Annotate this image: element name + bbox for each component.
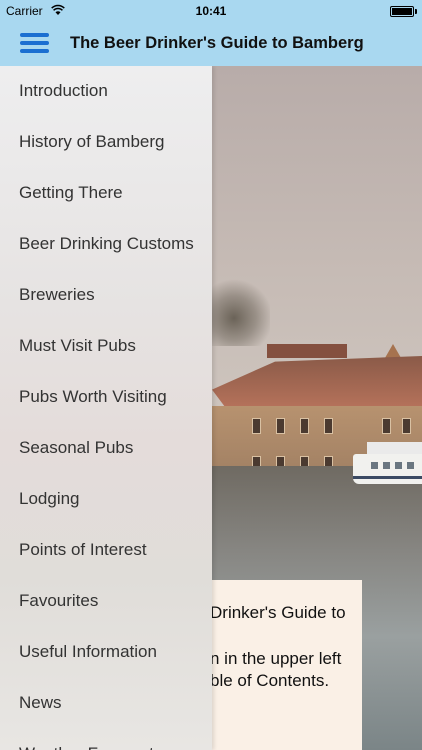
intro-line-1: Drinker's Guide to	[210, 603, 346, 622]
menu-item-favourites[interactable]: Favourites	[0, 576, 212, 627]
menu-item-weather-forecast[interactable]: Weather Forecast	[0, 729, 212, 750]
battery-icon	[390, 6, 414, 17]
menu-item-news[interactable]: News	[0, 678, 212, 729]
menu-item-must-visit-pubs[interactable]: Must Visit Pubs	[0, 321, 212, 372]
menu-item-introduction[interactable]: Introduction	[0, 66, 212, 117]
intro-line-2: n in the upper left	[210, 649, 342, 668]
menu-item-beer-drinking-customs[interactable]: Beer Drinking Customs	[0, 219, 212, 270]
navigation-bar: The Beer Drinker's Guide to Bamberg	[0, 22, 422, 66]
page-title: The Beer Drinker's Guide to Bamberg	[70, 34, 364, 52]
trees	[210, 276, 270, 346]
hamburger-menu-icon[interactable]	[20, 30, 52, 56]
intro-line-3: ble of Contents.	[210, 671, 330, 690]
menu-item-getting-there[interactable]: Getting There	[0, 168, 212, 219]
status-bar: Carrier 10:41	[0, 0, 422, 22]
menu-item-points-of-interest[interactable]: Points of Interest	[0, 525, 212, 576]
menu-item-breweries[interactable]: Breweries	[0, 270, 212, 321]
clock: 10:41	[195, 4, 227, 18]
battery-tip	[415, 9, 417, 14]
menu-item-pubs-worth-visiting[interactable]: Pubs Worth Visiting	[0, 372, 212, 423]
menu-item-seasonal-pubs[interactable]: Seasonal Pubs	[0, 423, 212, 474]
boat-image	[353, 436, 422, 486]
menu-item-history-of-bamberg[interactable]: History of Bamberg	[0, 117, 212, 168]
menu-item-lodging[interactable]: Lodging	[0, 474, 212, 525]
menu-item-useful-information[interactable]: Useful Information	[0, 627, 212, 678]
side-menu-drawer: Introduction History of Bamberg Getting …	[0, 66, 212, 750]
top-bar: Carrier 10:41 The Beer Drinker's Guide t…	[0, 0, 422, 66]
